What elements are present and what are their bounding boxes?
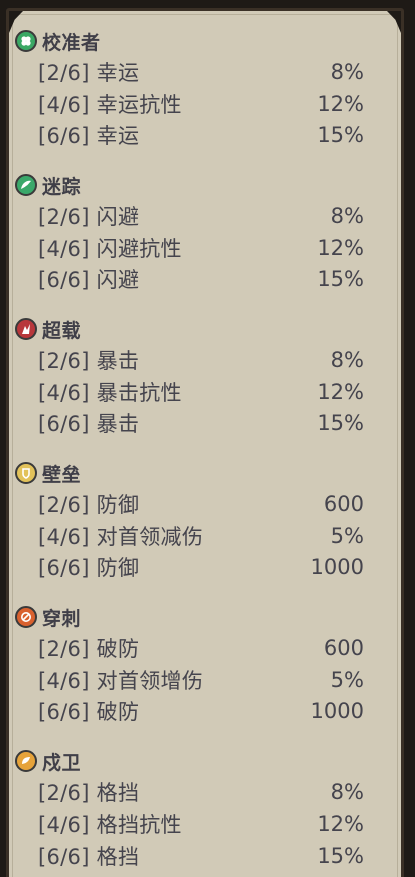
set-group-title: 迷踪 [42,175,82,198]
set-group-header: 壁垒 [14,458,364,488]
bonus-label: [4/6] 闪避抗性 [38,236,182,261]
set-group-title: 超载 [42,319,82,342]
set-group-header: 迷踪 [14,170,364,200]
set-group: 迷踪 [2/6] 闪避 8% [4/6] 闪避抗性 12% [6/6] 闪避 15% [14,170,364,295]
set-bonus-row: [2/6] 幸运 8% [14,56,364,88]
set-bonus-row: [2/6] 破防 600 [14,632,364,664]
bonus-value: 15% [317,267,364,292]
bonus-label: [6/6] 幸运 [38,124,140,149]
bonus-label: [6/6] 暴击 [38,412,140,437]
bonus-label: [4/6] 格挡抗性 [38,812,182,837]
set-bonus-row: [6/6] 格挡 15% [14,840,364,872]
bonus-value: 8% [330,780,364,805]
bonus-label: [4/6] 对首领减伤 [38,524,204,549]
bonus-value: 12% [317,235,364,260]
bonus-label: [4/6] 对首领增伤 [38,668,204,693]
bonus-label: [2/6] 防御 [38,493,140,518]
set-bonus-row: [6/6] 幸运 15% [14,119,364,151]
bonus-value: 600 [323,492,364,517]
guard-icon [15,750,37,773]
bonus-label: [4/6] 幸运抗性 [38,92,182,117]
set-bonus-row: [4/6] 格挡抗性 12% [14,808,364,840]
bonus-value: 600 [323,636,364,661]
bonus-label: [2/6] 破防 [38,637,140,662]
shield-icon [15,462,37,485]
set-bonus-row: [2/6] 暴击 8% [14,344,364,376]
set-group: 穿刺 [2/6] 破防 600 [4/6] 对首领增伤 5% [6/6] 破防 1000 [14,602,364,727]
bonus-label: [2/6] 闪避 [38,204,140,229]
bonus-value: 12% [317,91,364,116]
bonus-value: 12% [317,811,364,836]
set-bonus-row: [6/6] 防御 1000 [14,552,364,584]
bonus-value: 8% [330,59,364,84]
bonus-value: 12% [317,379,364,404]
set-group-title: 校准者 [42,31,101,54]
set-group-title: 穿刺 [42,607,82,630]
bonus-value: 8% [330,203,364,228]
set-bonus-row: [4/6] 闪避抗性 12% [14,232,364,264]
set-group: 超载 [2/6] 暴击 8% [4/6] 暴击抗性 12% [6/6] 暴击 15% [14,314,364,439]
set-bonus-list: 校准者 [2/6] 幸运 8% [4/6] 幸运抗性 12% [6/6] 幸运 15% 迷踪[… [14,26,364,877]
set-group-header: 校准者 [14,26,364,56]
bonus-label: [6/6] 破防 [38,700,140,725]
set-group-header: 穿刺 [14,602,364,632]
bonus-label: [2/6] 幸运 [38,60,140,85]
bonus-label: [6/6] 格挡 [38,844,140,869]
set-group: 戍卫 [2/6] 格挡 8% [4/6] 格挡抗性 12% [6/6] 格挡 15% [14,746,364,871]
wing-icon [15,174,37,197]
bonus-value: 5% [330,523,364,548]
set-bonus-row: [4/6] 对首领增伤 5% [14,664,364,696]
set-group-header: 超载 [14,314,364,344]
set-bonus-row: [6/6] 暴击 15% [14,408,364,440]
bonus-value: 1000 [310,555,364,580]
set-group: 校准者 [2/6] 幸运 8% [4/6] 幸运抗性 12% [6/6] 幸运 15% [14,26,364,151]
set-bonus-row: [4/6] 暴击抗性 12% [14,376,364,408]
bonus-value: 15% [317,123,364,148]
set-bonus-row: [4/6] 幸运抗性 12% [14,88,364,120]
bonus-value: 5% [330,667,364,692]
bonus-label: [6/6] 闪避 [38,268,140,293]
bonus-label: [6/6] 防御 [38,556,140,581]
set-bonus-row: [6/6] 破防 1000 [14,696,364,728]
pierce-icon [15,606,37,629]
set-bonus-row: [2/6] 格挡 8% [14,776,364,808]
bonus-value: 1000 [310,699,364,724]
set-bonus-row: [2/6] 防御 600 [14,488,364,520]
bonus-label: [2/6] 暴击 [38,348,140,373]
set-group: 壁垒 [2/6] 防御 600 [4/6] 对首领减伤 5% [6/6] 防御 1000 [14,458,364,583]
bonus-value: 8% [330,347,364,372]
set-group-header: 戍卫 [14,746,364,776]
bonus-label: [4/6] 暴击抗性 [38,380,182,405]
crit-slash-icon [15,318,37,341]
clover-icon [15,30,37,52]
set-bonus-row: [2/6] 闪避 8% [14,200,364,232]
bonus-value: 15% [317,843,364,868]
set-group-title: 壁垒 [42,463,82,486]
game-screen: 校准者 [2/6] 幸运 8% [4/6] 幸运抗性 12% [6/6] 幸运 15% 迷踪[… [0,0,415,877]
bonus-value: 15% [317,411,364,436]
bonus-label: [2/6] 格挡 [38,781,140,806]
set-group-title: 戍卫 [42,751,82,774]
set-bonus-row: [4/6] 对首领减伤 5% [14,520,364,552]
set-bonus-row: [6/6] 闪避 15% [14,263,364,295]
